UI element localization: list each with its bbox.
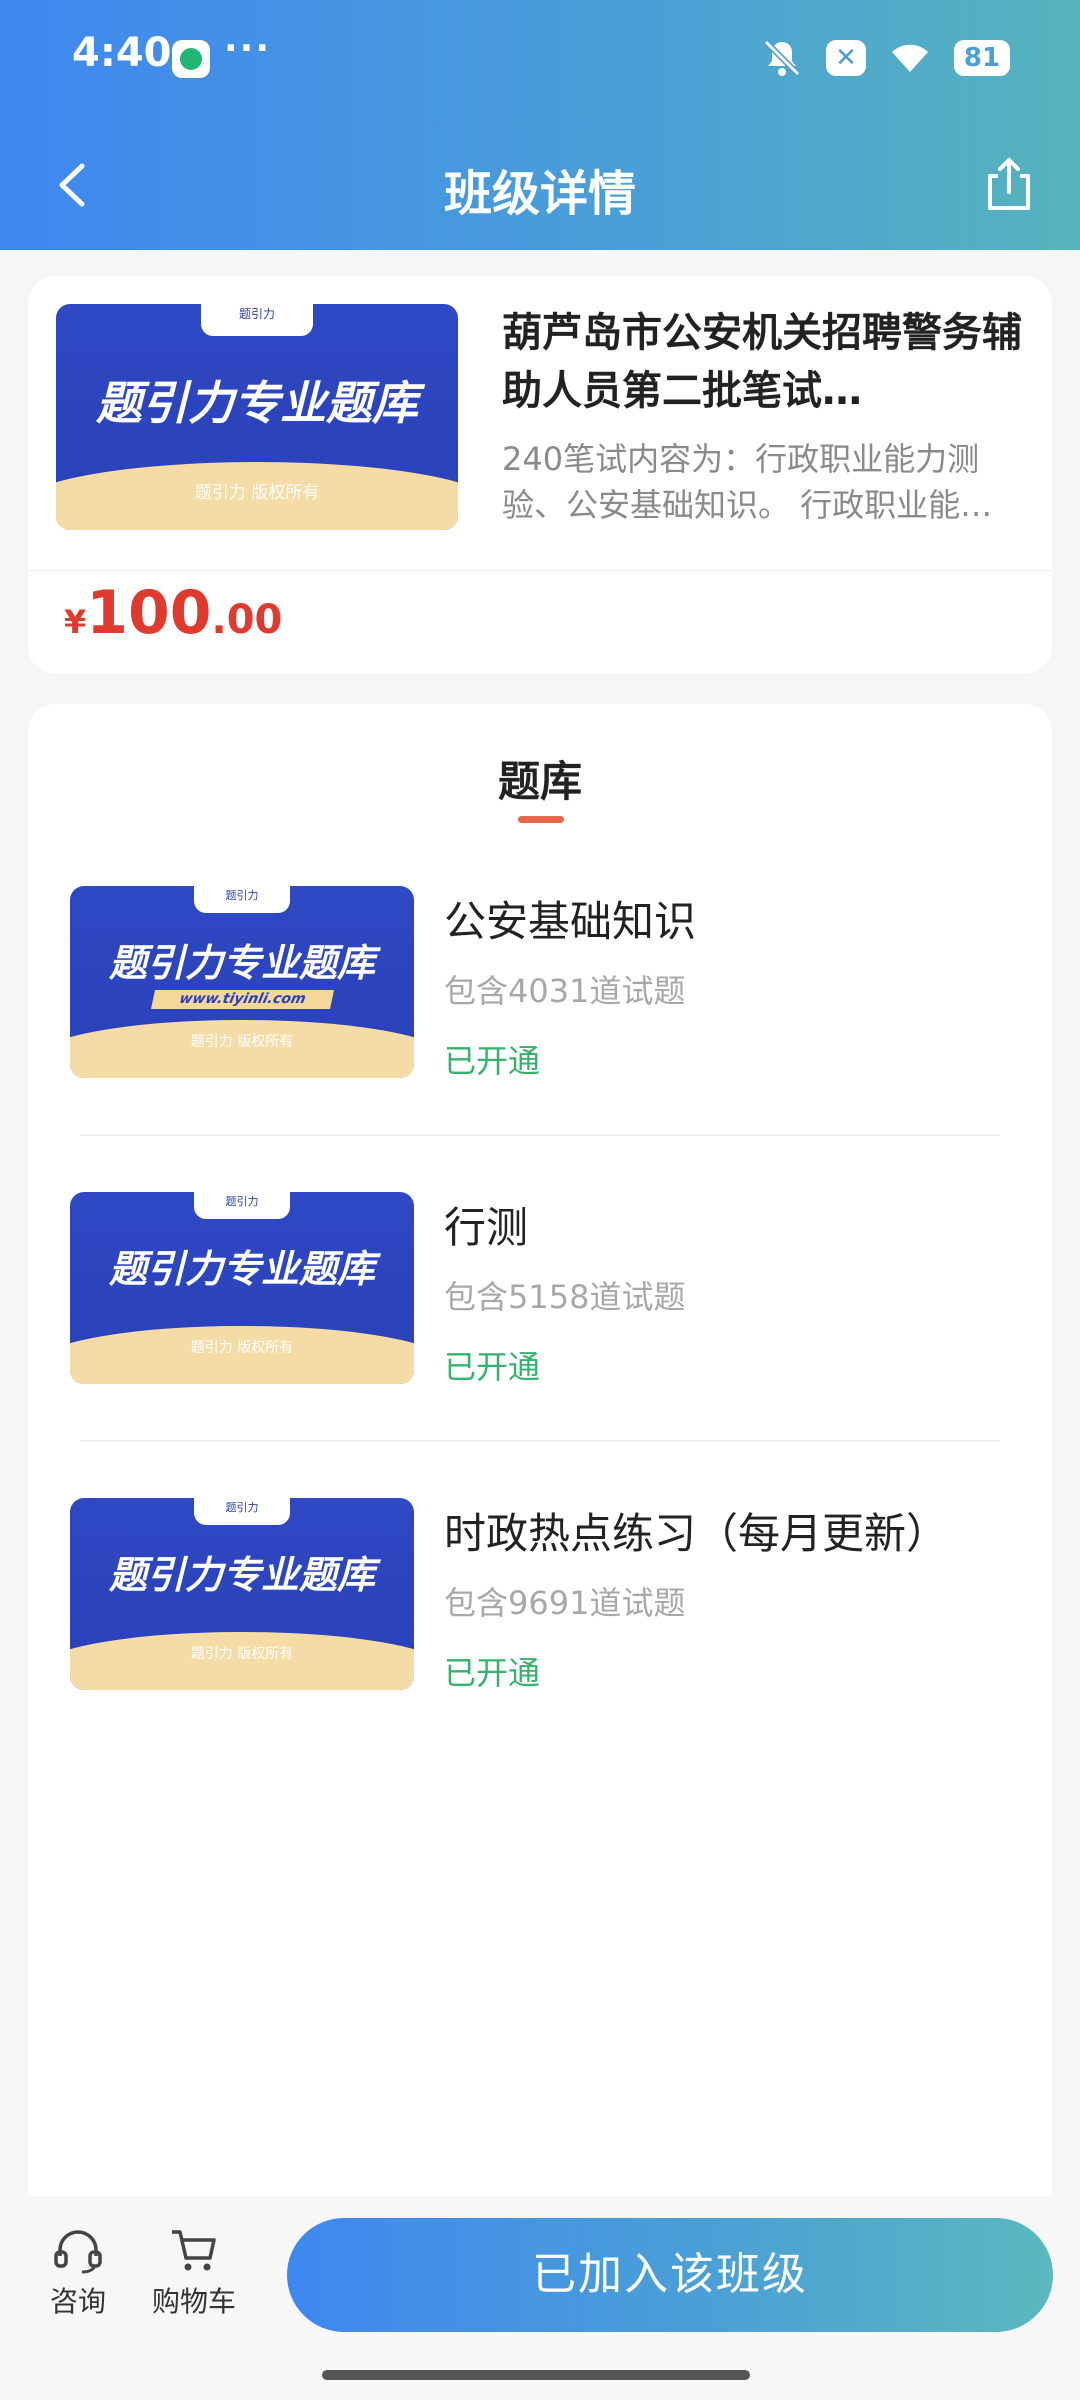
close-box-icon: ✕ <box>826 40 866 76</box>
cover-copyright: 题引力 版权所有 <box>190 1646 294 1663</box>
cover-headline: 题引力专业题库 <box>108 1553 375 1598</box>
price-integer: 100 <box>86 578 212 648</box>
wifi-icon <box>892 44 928 72</box>
item-question-count: 包含9691道试题 <box>444 1584 686 1622</box>
course-cover-image: 题引力 题引力专业题库 题引力 版权所有 <box>56 304 458 530</box>
tab-question-bank[interactable]: 题库 <box>28 748 1052 809</box>
item-status: 已开通 <box>444 1042 541 1080</box>
item-question-count: 包含4031道试题 <box>444 972 686 1010</box>
status-icons: ✕ 81 <box>760 36 1010 80</box>
list-item[interactable]: 题引力 题引力专业题库 www.tiyinli.com 题引力 版权所有 公安基… <box>28 886 1052 1192</box>
consult-label: 咨询 <box>49 2285 106 2318</box>
nav-bar: 班级详情 <box>0 130 1080 240</box>
battery-icon: 81 <box>954 40 1010 76</box>
cover-headline: 题引力专业题库 <box>108 941 375 986</box>
price-symbol: ¥ <box>64 603 87 641</box>
item-status: 已开通 <box>444 1348 541 1386</box>
cart-label: 购物车 <box>151 2285 236 2318</box>
more-notifications-icon: ··· <box>224 28 272 69</box>
item-cover-image: 题引力 题引力专业题库 www.tiyinli.com 题引力 版权所有 <box>70 886 414 1078</box>
cart-icon <box>172 2230 216 2271</box>
page-title: 班级详情 <box>443 166 636 222</box>
course-title: 葫芦岛市公安机关招聘警务辅助人员第二批笔试… <box>502 310 1022 414</box>
cover-tag: 题引力 <box>193 886 291 913</box>
status-bar: 4:40 ··· ✕ 81 <box>0 0 1080 120</box>
cover-tag: 题引力 <box>193 1498 291 1525</box>
home-indicator[interactable] <box>322 2370 750 2380</box>
item-name: 时政热点练习（每月更新） <box>444 1509 949 1558</box>
divider <box>28 570 1052 571</box>
app-notification-icon <box>172 40 210 78</box>
bell-off-icon <box>763 39 801 77</box>
cover-copyright: 题引力 版权所有 <box>190 1034 294 1051</box>
cover-url: www.tiyinli.com <box>150 989 334 1009</box>
status-time: 4:40 <box>72 30 172 76</box>
course-price: ¥100.00 <box>64 578 282 648</box>
course-card[interactable]: 题引力 题引力专业题库 题引力 版权所有 葫芦岛市公安机关招聘警务辅助人员第二批… <box>28 276 1052 674</box>
item-cover-image: 题引力 题引力专业题库 题引力 版权所有 <box>70 1192 414 1384</box>
cover-tag: 题引力 <box>200 304 314 336</box>
divider <box>80 1134 1000 1136</box>
header: 4:40 ··· ✕ 81 班级详情 <box>0 0 1080 250</box>
cover-copyright: 题引力 版权所有 <box>190 1340 294 1357</box>
cover-headline: 题引力专业题库 <box>108 1247 375 1292</box>
consult-button[interactable]: 咨询 <box>38 2226 118 2320</box>
item-name: 行测 <box>444 1203 529 1252</box>
divider <box>80 1440 1000 1442</box>
list-item[interactable]: 题引力 题引力专业题库 题引力 版权所有 时政热点练习（每月更新） 包含9691… <box>28 1498 1052 1804</box>
cover-copyright: 题引力 版权所有 <box>194 482 320 503</box>
headset-icon <box>54 2230 102 2274</box>
question-bank-panel: 题库 题引力 题引力专业题库 www.tiyinli.com 题引力 版权所有 … <box>28 704 1052 2204</box>
list-item[interactable]: 题引力 题引力专业题库 题引力 版权所有 行测 包含5158道试题 已开通 <box>28 1192 1052 1498</box>
item-question-count: 包含5158道试题 <box>444 1278 686 1316</box>
item-name: 公安基础知识 <box>444 897 697 946</box>
price-decimal: .00 <box>211 597 283 643</box>
share-icon[interactable] <box>974 150 1044 220</box>
item-cover-image: 题引力 题引力专业题库 题引力 版权所有 <box>70 1498 414 1690</box>
course-description: 240笔试内容为：行政职业能力测验、公安基础知识。 行政职业能… <box>502 440 993 524</box>
cart-button[interactable]: 购物车 <box>142 2226 246 2320</box>
cover-tag: 题引力 <box>193 1192 291 1219</box>
joined-class-button[interactable]: 已加入该班级 <box>287 2218 1053 2332</box>
item-status: 已开通 <box>444 1654 541 1692</box>
tab-active-indicator <box>518 816 564 823</box>
cover-headline: 题引力专业题库 <box>96 376 418 431</box>
